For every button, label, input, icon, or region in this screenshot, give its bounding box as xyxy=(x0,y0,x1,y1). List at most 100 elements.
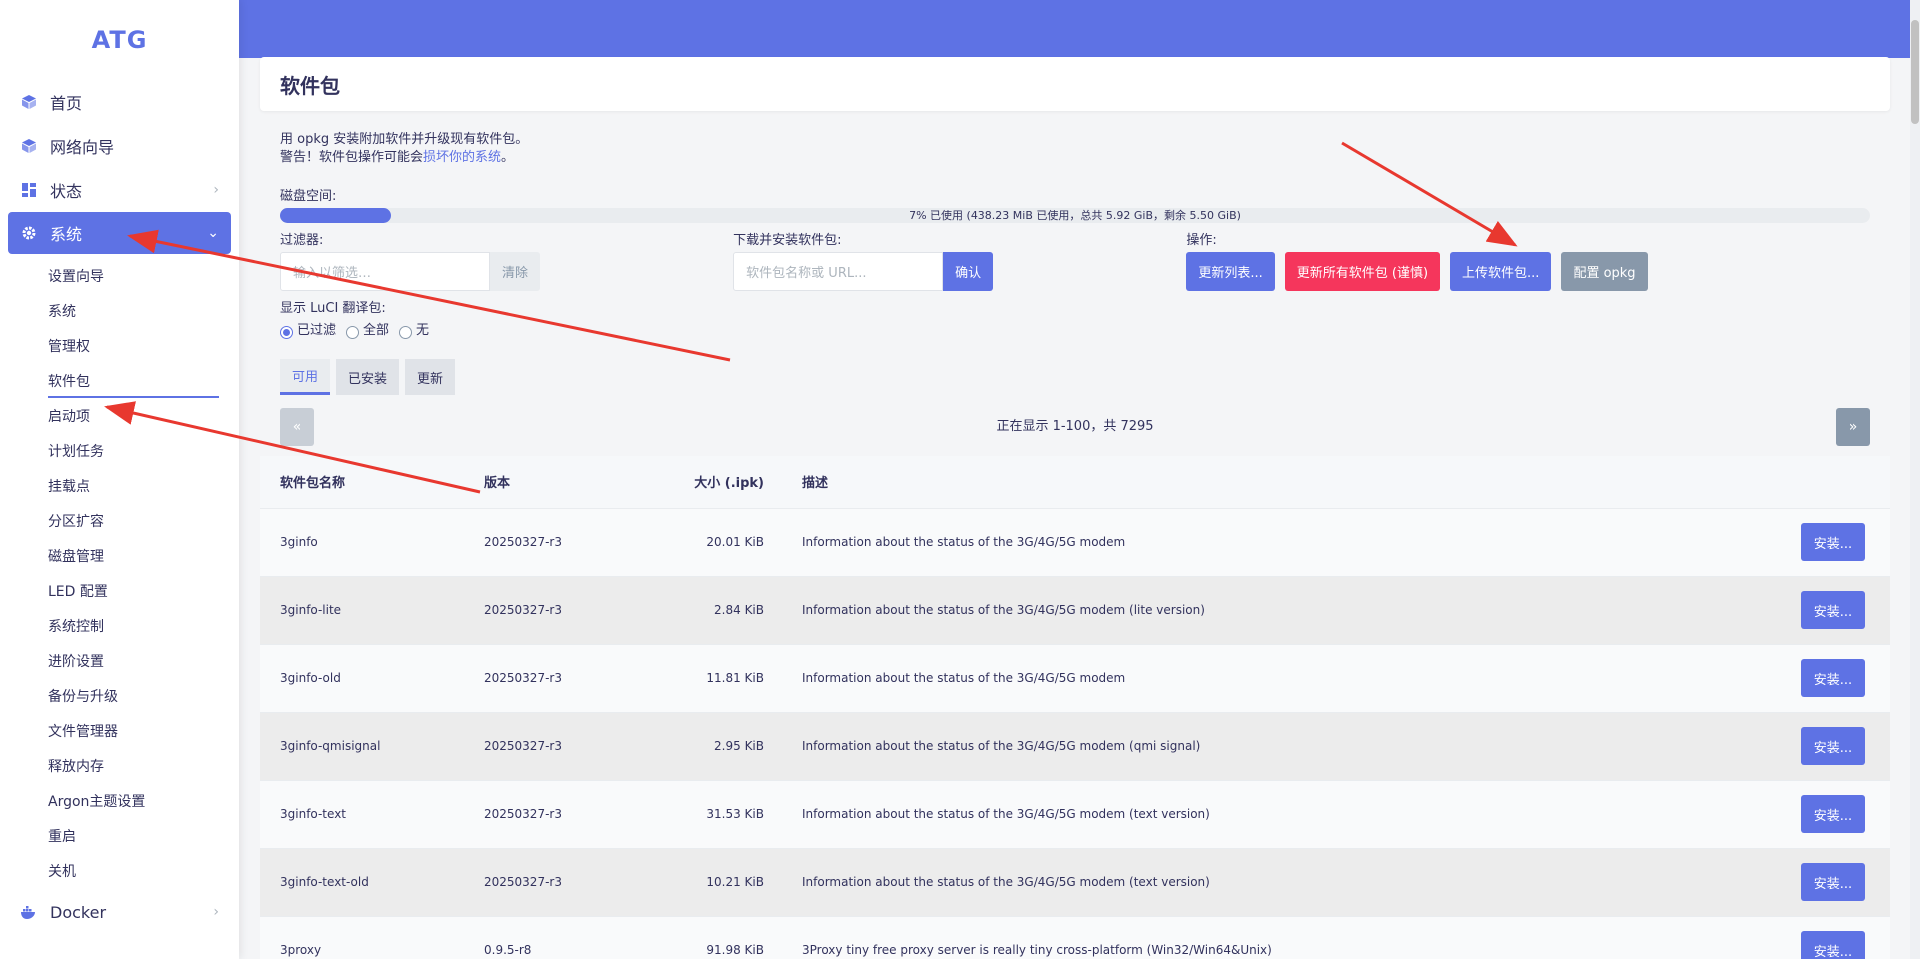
chevron-down-icon: ⌄ xyxy=(207,225,219,241)
gear-icon xyxy=(20,224,38,242)
package-description: Information about the status of the 3G/4… xyxy=(774,847,1770,916)
submenu-item[interactable]: 分区扩容 xyxy=(0,505,239,540)
install-button[interactable]: 安装... xyxy=(1801,931,1865,959)
column-header: 大小 (.ipk) xyxy=(634,456,774,508)
cube-icon xyxy=(20,137,38,155)
sidebar-item-network-wizard[interactable]: 网络向导 xyxy=(8,124,231,168)
disk-usage-bar: 7% 已使用 (438.23 MiB 已使用，总共 5.92 GiB，剩余 5.… xyxy=(280,208,1870,223)
tab-installed[interactable]: 已安装 xyxy=(336,359,400,395)
pager-next-button[interactable]: » xyxy=(1836,408,1870,446)
packages-table: 软件包名称 版本 大小 (.ipk) 描述 3ginfo 20250327-r3… xyxy=(260,456,1890,959)
page-title: 软件包 xyxy=(260,57,1890,111)
package-name: 3ginfo xyxy=(260,507,474,576)
package-version: 20250327-r3 xyxy=(474,643,634,712)
luci-translation-radios: 已过滤 全部 无 xyxy=(280,318,1870,339)
submenu-item-packages[interactable]: 软件包 xyxy=(0,365,239,400)
scrollbar[interactable] xyxy=(1910,0,1920,959)
column-header: 版本 xyxy=(474,456,634,508)
sidebar-item-docker[interactable]: Docker › xyxy=(8,890,231,934)
filter-input[interactable]: 输入以筛选… xyxy=(280,252,490,291)
update-lists-button[interactable]: 更新列表... xyxy=(1186,252,1275,291)
tab-updates[interactable]: 更新 xyxy=(405,359,456,395)
sidebar-item-system[interactable]: 系统 ⌄ xyxy=(8,212,231,254)
package-size: 31.53 KiB xyxy=(634,779,774,848)
package-tabs: 可用 已安装 更新 xyxy=(280,359,1870,395)
sidebar-item-label: 系统 xyxy=(50,225,83,244)
docker-icon xyxy=(20,903,38,921)
tab-available[interactable]: 可用 xyxy=(280,359,331,395)
page-description: 用 opkg 安装附加软件并升级现有软件包。 警告！软件包操作可能会损坏你的系统… xyxy=(280,132,529,165)
package-version: 20250327-r3 xyxy=(474,711,634,780)
main-content: 软件包 用 opkg 安装附加软件并升级现有软件包。 警告！软件包操作可能会损坏… xyxy=(260,57,1890,959)
package-version: 20250327-r3 xyxy=(474,507,634,576)
sidebar: ATG 首页 网络向导 状态 › 系统 ⌄ 设置向导 系统 管理权 软件包 启动… xyxy=(0,0,239,959)
submenu-item[interactable]: 系统控制 xyxy=(0,610,239,645)
table-row: 3ginfo-qmisignal 20250327-r3 2.95 KiB In… xyxy=(260,711,1890,780)
column-header: 描述 xyxy=(774,456,1770,508)
clear-button[interactable]: 清除 xyxy=(490,252,541,291)
upgrade-all-button[interactable]: 更新所有软件包 (谨慎) xyxy=(1284,252,1441,291)
submenu-item[interactable]: 重启 xyxy=(0,820,239,855)
submenu-item[interactable]: 文件管理器 xyxy=(0,715,239,750)
submenu-item[interactable]: 关机 xyxy=(0,855,239,890)
submenu-item[interactable]: 设置向导 xyxy=(0,260,239,295)
package-description: 3Proxy tiny free proxy server is really … xyxy=(774,915,1770,959)
table-row: 3proxy 0.9.5-r8 91.98 KiB 3Proxy tiny fr… xyxy=(260,915,1890,959)
brand-logo: ATG xyxy=(91,26,148,54)
filter-label: 过滤器: xyxy=(280,233,324,248)
submenu-item[interactable]: 备份与升级 xyxy=(0,680,239,715)
package-url-input[interactable]: 软件包名称或 URL... xyxy=(733,252,944,291)
radio-none[interactable] xyxy=(399,326,413,339)
submenu-item[interactable]: Argon主题设置 xyxy=(0,785,239,820)
package-name: 3ginfo-text xyxy=(260,779,474,848)
scrollbar-thumb[interactable] xyxy=(1911,20,1919,124)
package-size: 11.81 KiB xyxy=(634,643,774,712)
download-label: 下载并安装软件包: xyxy=(733,233,842,248)
pager-text: 正在显示 1-100，共 7295 xyxy=(996,419,1154,434)
system-submenu: 设置向导 系统 管理权 软件包 启动项 计划任务 挂载点 分区扩容 磁盘管理 L… xyxy=(0,260,239,890)
warning-link[interactable]: 损坏你的系统 xyxy=(423,150,501,165)
install-button[interactable]: 安装... xyxy=(1801,863,1865,901)
radio-filtered[interactable] xyxy=(280,326,293,339)
package-name: 3ginfo-text-old xyxy=(260,847,474,916)
confirm-button[interactable]: 确认 xyxy=(943,252,994,291)
chevron-right-icon: › xyxy=(213,182,219,198)
submenu-item[interactable]: 释放内存 xyxy=(0,750,239,785)
table-row: 3ginfo-text 20250327-r3 31.53 KiB Inform… xyxy=(260,779,1890,848)
luci-translation-label: 显示 LuCI 翻译包: xyxy=(280,301,386,316)
submenu-item[interactable]: 挂载点 xyxy=(0,470,239,505)
package-version: 20250327-r3 xyxy=(474,575,634,644)
install-button[interactable]: 安装... xyxy=(1801,727,1865,765)
configure-opkg-button[interactable]: 配置 opkg xyxy=(1561,252,1648,291)
package-size: 20.01 KiB xyxy=(634,507,774,576)
package-name: 3ginfo-old xyxy=(260,643,474,712)
header-band xyxy=(239,0,1920,58)
submenu-item[interactable]: 磁盘管理 xyxy=(0,540,239,575)
sidebar-item-label: 网络向导 xyxy=(50,138,115,157)
package-size: 2.84 KiB xyxy=(634,575,774,644)
submenu-item[interactable]: 启动项 xyxy=(0,400,239,435)
package-description: Information about the status of the 3G/4… xyxy=(774,711,1770,780)
sidebar-item-label: Docker xyxy=(50,902,107,922)
package-name: 3proxy xyxy=(260,915,474,959)
ops-label: 操作: xyxy=(1186,233,1217,248)
package-description: Information about the status of the 3G/4… xyxy=(774,643,1770,712)
package-description: Information about the status of the 3G/4… xyxy=(774,779,1770,848)
radio-all[interactable] xyxy=(346,326,360,339)
package-size: 2.95 KiB xyxy=(634,711,774,780)
submenu-item[interactable]: 管理权 xyxy=(0,330,239,365)
install-button[interactable]: 安装... xyxy=(1801,795,1865,833)
sidebar-item-status[interactable]: 状态 › xyxy=(8,168,231,212)
install-button[interactable]: 安装... xyxy=(1801,523,1865,561)
package-version: 0.9.5-r8 xyxy=(474,915,634,959)
install-button[interactable]: 安装... xyxy=(1801,659,1865,697)
package-name: 3ginfo-qmisignal xyxy=(260,711,474,780)
install-button[interactable]: 安装... xyxy=(1801,591,1865,629)
submenu-item[interactable]: 系统 xyxy=(0,295,239,330)
submenu-item[interactable]: 计划任务 xyxy=(0,435,239,470)
upload-package-button[interactable]: 上传软件包... xyxy=(1450,252,1552,291)
package-version: 20250327-r3 xyxy=(474,779,634,848)
submenu-item[interactable]: 进阶设置 xyxy=(0,645,239,680)
sidebar-item-home[interactable]: 首页 xyxy=(8,80,231,124)
submenu-item[interactable]: LED 配置 xyxy=(0,575,239,610)
